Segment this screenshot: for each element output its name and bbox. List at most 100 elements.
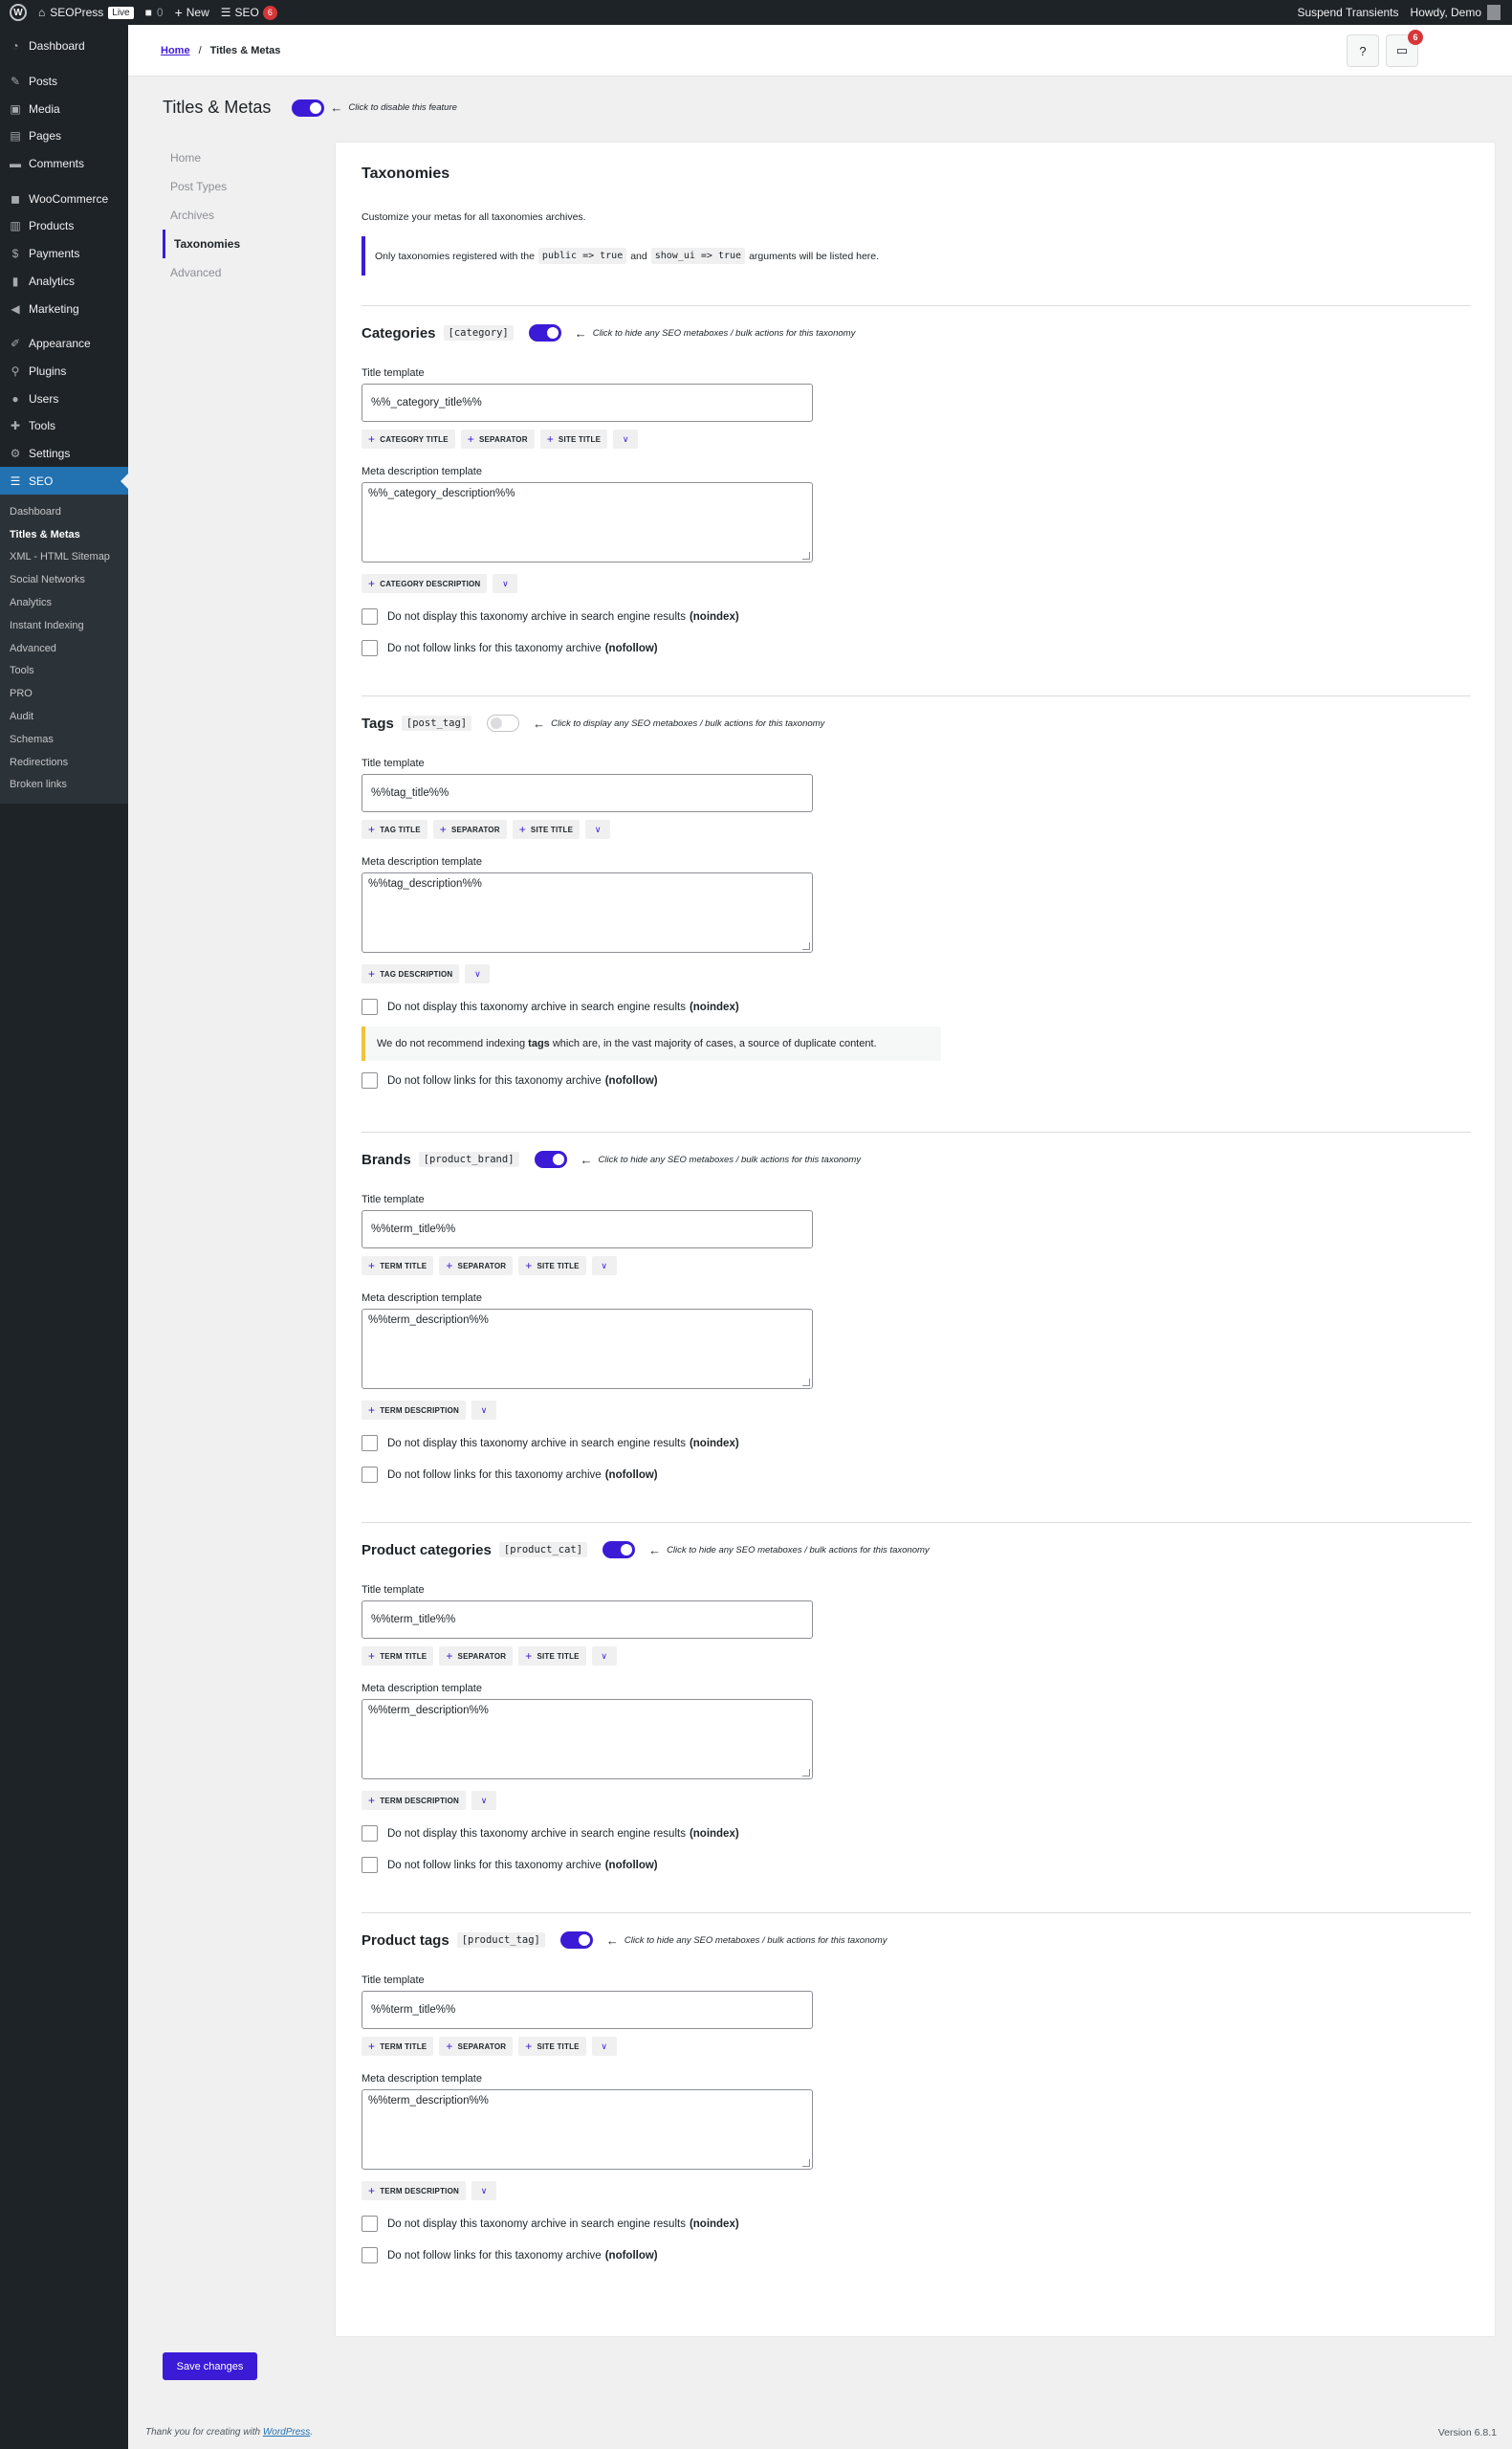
new-content-link[interactable]: + New xyxy=(169,0,215,25)
comments-link[interactable]: ■ 0 xyxy=(140,0,169,25)
add-title-tag-button[interactable]: + TERM TITLE xyxy=(362,2037,434,2056)
add-separator-tag-button[interactable]: + SEPARATOR xyxy=(439,1256,514,1275)
more-tags-button[interactable]: ∨ xyxy=(585,820,611,839)
submenu-item-social-networks[interactable]: Social Networks xyxy=(0,568,128,591)
add-description-tag-button[interactable]: + TAG DESCRIPTION xyxy=(362,964,460,983)
nofollow-checkbox[interactable] xyxy=(362,1857,378,1873)
submenu-item-dashboard[interactable]: Dashboard xyxy=(0,500,128,523)
sidebar-item-media[interactable]: ▣ Media xyxy=(0,95,128,122)
title-template-input[interactable]: %%term_title%% xyxy=(362,1210,813,1248)
add-description-tag-button[interactable]: + CATEGORY DESCRIPTION xyxy=(362,574,488,593)
title-template-input[interactable]: %%term_title%% xyxy=(362,1991,813,2029)
add-site-title-tag-button[interactable]: + SITE TITLE xyxy=(518,2037,586,2056)
taxonomy-toggle[interactable] xyxy=(534,1151,567,1168)
submenu-item-tools[interactable]: Tools xyxy=(0,660,128,683)
wp-logo-button[interactable]: W xyxy=(0,0,33,25)
site-name-link[interactable]: ⌂ SEOPress Live xyxy=(33,0,140,25)
more-tags-button[interactable]: ∨ xyxy=(493,574,518,593)
add-site-title-tag-button[interactable]: + SITE TITLE xyxy=(512,820,581,839)
submenu-item-titles-metas[interactable]: Titles & Metas xyxy=(0,523,128,546)
nofollow-checkbox[interactable] xyxy=(362,1072,378,1089)
feature-toggle[interactable] xyxy=(292,99,325,117)
seo-adminbar-link[interactable]: ☰ SEO 6 xyxy=(215,0,283,25)
submenu-item-analytics[interactable]: Analytics xyxy=(0,591,128,614)
help-button[interactable]: ? xyxy=(1347,34,1379,67)
sidebar-item-comments[interactable]: ▬ Comments xyxy=(0,150,128,178)
tab-archives[interactable]: Archives xyxy=(163,201,325,230)
more-tags-button[interactable]: ∨ xyxy=(591,1646,617,1666)
nofollow-checkbox[interactable] xyxy=(362,2247,378,2263)
add-title-tag-button[interactable]: + TAG TITLE xyxy=(362,820,427,839)
add-site-title-tag-button[interactable]: + SITE TITLE xyxy=(518,1256,586,1275)
sidebar-item-payments[interactable]: $ Payments xyxy=(0,240,128,268)
my-account-link[interactable]: Howdy, Demo xyxy=(1405,0,1512,25)
sidebar-item-marketing[interactable]: ◀ Marketing xyxy=(0,295,128,322)
submenu-item-redirections[interactable]: Redirections xyxy=(0,751,128,774)
add-title-tag-button[interactable]: + TERM TITLE xyxy=(362,1256,434,1275)
add-separator-tag-button[interactable]: + SEPARATOR xyxy=(460,430,535,449)
submenu-item-broken-links[interactable]: Broken links xyxy=(0,774,128,797)
save-changes-button[interactable]: Save changes xyxy=(163,2352,257,2380)
add-separator-tag-button[interactable]: + SEPARATOR xyxy=(432,820,507,839)
tab-taxonomies[interactable]: Taxonomies xyxy=(163,230,325,258)
noindex-checkbox[interactable] xyxy=(362,1435,378,1451)
suspend-transients-link[interactable]: Suspend Transients xyxy=(1291,0,1404,25)
add-description-tag-button[interactable]: + TERM DESCRIPTION xyxy=(362,2181,466,2200)
submenu-item-xml-html-sitemap[interactable]: XML - HTML Sitemap xyxy=(0,546,128,569)
title-template-input[interactable]: %%term_title%% xyxy=(362,1600,813,1639)
sidebar-item-analytics[interactable]: ▮ Analytics xyxy=(0,268,128,296)
submenu-item-audit[interactable]: Audit xyxy=(0,705,128,728)
add-separator-tag-button[interactable]: + SEPARATOR xyxy=(439,1646,514,1666)
taxonomy-toggle[interactable] xyxy=(528,324,561,342)
submenu-item-advanced[interactable]: Advanced xyxy=(0,637,128,660)
more-tags-button[interactable]: ∨ xyxy=(471,1401,496,1420)
noindex-checkbox[interactable] xyxy=(362,608,378,625)
title-template-input[interactable]: %%tag_title%% xyxy=(362,774,813,812)
notifications-button[interactable]: ▭ 6 xyxy=(1386,30,1423,67)
sidebar-item-appearance[interactable]: ✐ Appearance xyxy=(0,330,128,358)
more-tags-button[interactable]: ∨ xyxy=(591,2037,617,2056)
tab-home[interactable]: Home xyxy=(163,143,325,172)
add-description-tag-button[interactable]: + TERM DESCRIPTION xyxy=(362,1401,466,1420)
add-title-tag-button[interactable]: + CATEGORY TITLE xyxy=(362,430,455,449)
more-tags-button[interactable]: ∨ xyxy=(613,430,639,449)
nofollow-checkbox[interactable] xyxy=(362,1467,378,1483)
breadcrumb-home-link[interactable]: Home xyxy=(161,45,190,56)
taxonomy-toggle[interactable] xyxy=(559,1931,593,1949)
meta-template-textarea[interactable]: %%term_description%% xyxy=(362,2089,813,2170)
sidebar-item-posts[interactable]: ✎ Posts xyxy=(0,68,128,96)
nofollow-checkbox[interactable] xyxy=(362,640,378,656)
submenu-item-schemas[interactable]: Schemas xyxy=(0,728,128,751)
title-template-input[interactable]: %%_category_title%% xyxy=(362,384,813,422)
more-tags-button[interactable]: ∨ xyxy=(471,1791,496,1810)
add-site-title-tag-button[interactable]: + SITE TITLE xyxy=(518,1646,586,1666)
more-tags-button[interactable]: ∨ xyxy=(471,2181,496,2200)
meta-template-textarea[interactable]: %%tag_description%% xyxy=(362,872,813,953)
noindex-checkbox[interactable] xyxy=(362,2216,378,2232)
submenu-item-pro[interactable]: PRO xyxy=(0,682,128,705)
add-site-title-tag-button[interactable]: + SITE TITLE xyxy=(539,430,608,449)
add-description-tag-button[interactable]: + TERM DESCRIPTION xyxy=(362,1791,466,1810)
wordpress-link[interactable]: WordPress xyxy=(263,2427,310,2438)
taxonomy-toggle[interactable] xyxy=(603,1541,636,1558)
meta-template-textarea[interactable]: %%_category_description%% xyxy=(362,482,813,563)
sidebar-item-plugins[interactable]: ⚲ Plugins xyxy=(0,358,128,386)
noindex-checkbox[interactable] xyxy=(362,999,378,1015)
add-separator-tag-button[interactable]: + SEPARATOR xyxy=(439,2037,514,2056)
taxonomy-toggle[interactable] xyxy=(487,715,520,732)
tab-advanced[interactable]: Advanced xyxy=(163,258,325,287)
sidebar-item-dashboard[interactable]: ◔ Dashboard xyxy=(0,33,128,60)
submenu-item-instant-indexing[interactable]: Instant Indexing xyxy=(0,614,128,637)
sidebar-item-products[interactable]: ▥ Products xyxy=(0,212,128,240)
meta-template-textarea[interactable]: %%term_description%% xyxy=(362,1309,813,1389)
sidebar-item-tools[interactable]: ✚ Tools xyxy=(0,412,128,440)
noindex-checkbox[interactable] xyxy=(362,1825,378,1842)
more-tags-button[interactable]: ∨ xyxy=(591,1256,617,1275)
sidebar-item-settings[interactable]: ⚙ Settings xyxy=(0,440,128,468)
sidebar-item-users[interactable]: ● Users xyxy=(0,385,128,412)
meta-template-textarea[interactable]: %%term_description%% xyxy=(362,1699,813,1779)
tab-post-types[interactable]: Post Types xyxy=(163,172,325,201)
sidebar-item-woocommerce[interactable]: ◼ WooCommerce xyxy=(0,185,128,212)
sidebar-item-pages[interactable]: ▤ Pages xyxy=(0,122,128,150)
sidebar-item-seo[interactable]: ☰ SEO xyxy=(0,467,128,495)
